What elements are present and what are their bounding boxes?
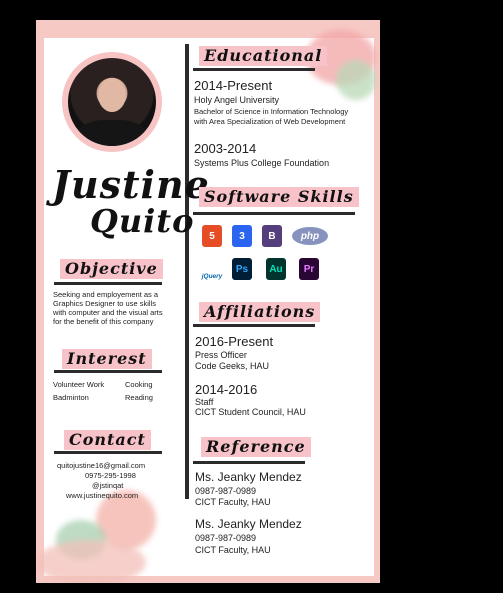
interest-item: Cooking [125,380,153,389]
affiliations-heading: Affiliations [199,302,321,322]
interest-item: Reading [125,393,153,402]
contact-rule [54,451,162,454]
software-skills-heading: Software Skills [199,187,359,207]
photoshop-icon: Ps [232,258,252,280]
contact-email: quitojustine16@gmail.com [57,461,146,470]
css3-icon: 3 [232,225,252,247]
html5-icon: 5 [202,225,222,247]
affiliation-org: CICT Student Council, HAU [195,407,306,417]
reference-org: CICT Faculty, HAU [195,497,271,507]
objective-heading: Objective [60,259,163,279]
objective-line: for the benefit of this company [53,317,154,326]
education-years: 2014-Present [194,78,273,93]
jquery-icon: jQuery [201,273,223,280]
objective-rule [54,282,162,285]
profile-photo [68,58,156,146]
interest-rule [54,370,162,373]
audition-icon: Au [266,258,286,280]
reference-name: Ms. Jeanky Mendez [195,470,302,484]
flower-decoration-icon [36,540,146,583]
software-skills-rule [193,212,355,215]
php-icon: php [292,227,328,245]
reference-rule [193,461,305,464]
affiliations-rule [193,324,315,327]
contact-website: www.justinequito.com [66,491,139,500]
interest-heading: Interest [62,349,152,369]
leaf-decoration-icon [336,60,376,100]
education-school: Holy Angel University [194,95,280,105]
reference-phone: 0987-987-0989 [195,486,257,496]
educational-heading: Educational [199,46,328,66]
reference-name: Ms. Jeanky Mendez [195,517,302,531]
last-name: Quito [90,202,195,240]
affiliation-role: Press Officer [195,350,247,360]
education-detail: Bachelor of Science in Information Techn… [194,107,349,116]
column-divider [185,44,189,499]
interest-item: Badminton [53,393,89,402]
contact-phone: 0975-295-1998 [85,471,136,480]
contact-heading: Contact [64,430,151,450]
reference-phone: 0987-987-0989 [195,533,257,543]
bootstrap-icon: B [262,225,282,247]
education-school: Systems Plus College Foundation [194,158,330,168]
reference-heading: Reference [201,437,311,457]
educational-rule [193,68,315,71]
affiliation-org: Code Geeks, HAU [195,361,270,371]
interest-item: Volunteer Work [53,380,105,389]
education-years: 2003-2014 [194,141,257,156]
affiliation-years: 2014-2016 [195,382,258,397]
first-name: Justine [52,162,210,207]
contact-handle: @jstinqat [92,481,124,490]
reference-org: CICT Faculty, HAU [195,545,271,555]
affiliation-years: 2016-Present [195,334,274,349]
premiere-icon: Pr [299,258,319,280]
education-detail: with Area Specialization of Web Developm… [194,117,346,126]
